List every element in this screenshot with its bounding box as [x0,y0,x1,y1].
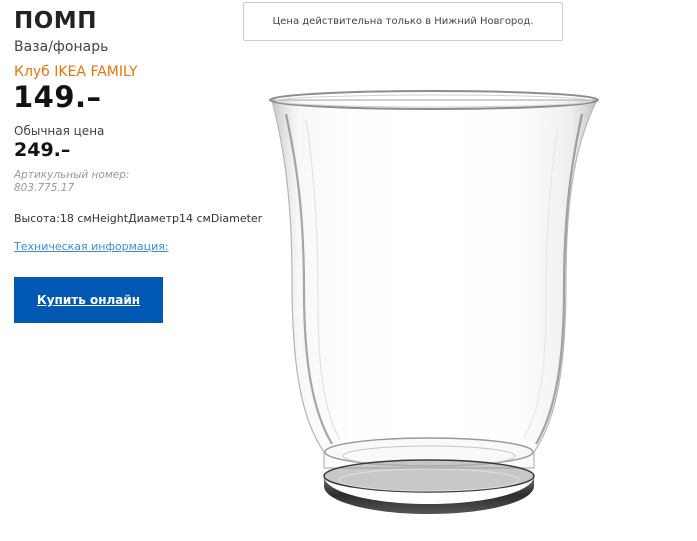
family-club-label: Клуб IKEA FAMILY [14,64,138,80]
buy-online-button[interactable]: Купить онлайн [14,277,163,323]
technical-info-link[interactable]: Техническая информация: [14,240,169,253]
family-price: 149.– [13,80,102,114]
regular-price-label: Обычная цена [14,124,105,138]
dimensions-text: Высота:18 смHeightДиаметр14 смDiameter [14,212,263,225]
article-number: Артикульный номер: 803.775.17 [14,169,130,194]
product-type: Ваза/фонарь [14,39,109,55]
product-name: ПОМП [14,8,97,34]
regular-price: 249.– [14,139,71,161]
product-image [269,90,599,514]
price-notice: Цена действительна только в Нижний Новго… [243,2,563,41]
